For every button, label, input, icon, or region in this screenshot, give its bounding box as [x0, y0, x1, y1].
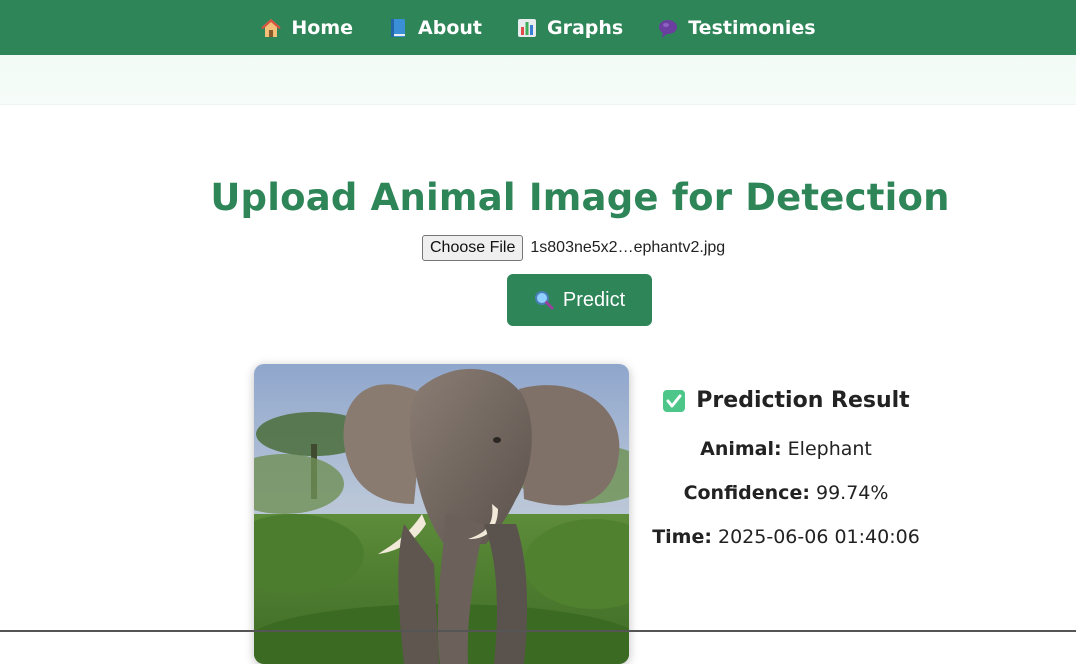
uploaded-elephant-image — [254, 364, 629, 664]
animal-label: Animal: — [700, 438, 782, 460]
file-upload-row: Choose File 1s803ne5x2…ephantv2.jpg — [422, 235, 725, 261]
result-title: Prediction Result — [696, 388, 910, 413]
confidence-label: Confidence: — [683, 482, 810, 504]
top-navbar: Home About Graphs Testimonies — [0, 0, 1076, 55]
animal-value: Elephant — [787, 438, 872, 460]
page-title: Upload Animal Image for Detection — [210, 176, 950, 219]
nav-testimonies-label: Testimonies — [688, 16, 816, 39]
bar-chart-icon — [518, 18, 537, 37]
time-label: Time: — [652, 526, 712, 548]
nav-home-label: Home — [291, 16, 354, 39]
nav-graphs[interactable]: Graphs — [516, 17, 623, 39]
selected-file-name: 1s803ne5x2…ephantv2.jpg — [530, 239, 726, 256]
magnifier-icon — [534, 291, 554, 310]
nav-testimonies[interactable]: Testimonies — [657, 16, 816, 39]
predict-label: Predict — [562, 288, 626, 311]
sub-header-band — [0, 55, 1076, 105]
animal-row: Animal: Elephant — [640, 438, 932, 460]
confidence-row: Confidence: 99.74% — [640, 482, 932, 504]
nav-about-label: About — [418, 16, 483, 39]
confidence-value: 99.74% — [815, 482, 889, 504]
nav-home[interactable]: Home — [260, 17, 353, 39]
elephant-photo — [254, 364, 629, 664]
predict-button[interactable]: Predict — [507, 274, 652, 326]
prediction-result-panel: Prediction Result Animal: Elephant Confi… — [640, 388, 932, 570]
check-box-icon — [663, 389, 686, 412]
time-row: Time: 2025-06-06 01:40:06 — [640, 526, 932, 548]
choose-file-button[interactable]: Choose File — [422, 235, 524, 261]
nav-graphs-label: Graphs — [547, 16, 624, 39]
nav-about[interactable]: About — [387, 17, 482, 39]
house-icon — [261, 18, 282, 37]
time-value: 2025-06-06 01:40:06 — [718, 526, 920, 548]
result-heading: Prediction Result — [640, 388, 932, 413]
book-icon — [391, 18, 406, 37]
speech-bubble-icon — [659, 19, 678, 38]
